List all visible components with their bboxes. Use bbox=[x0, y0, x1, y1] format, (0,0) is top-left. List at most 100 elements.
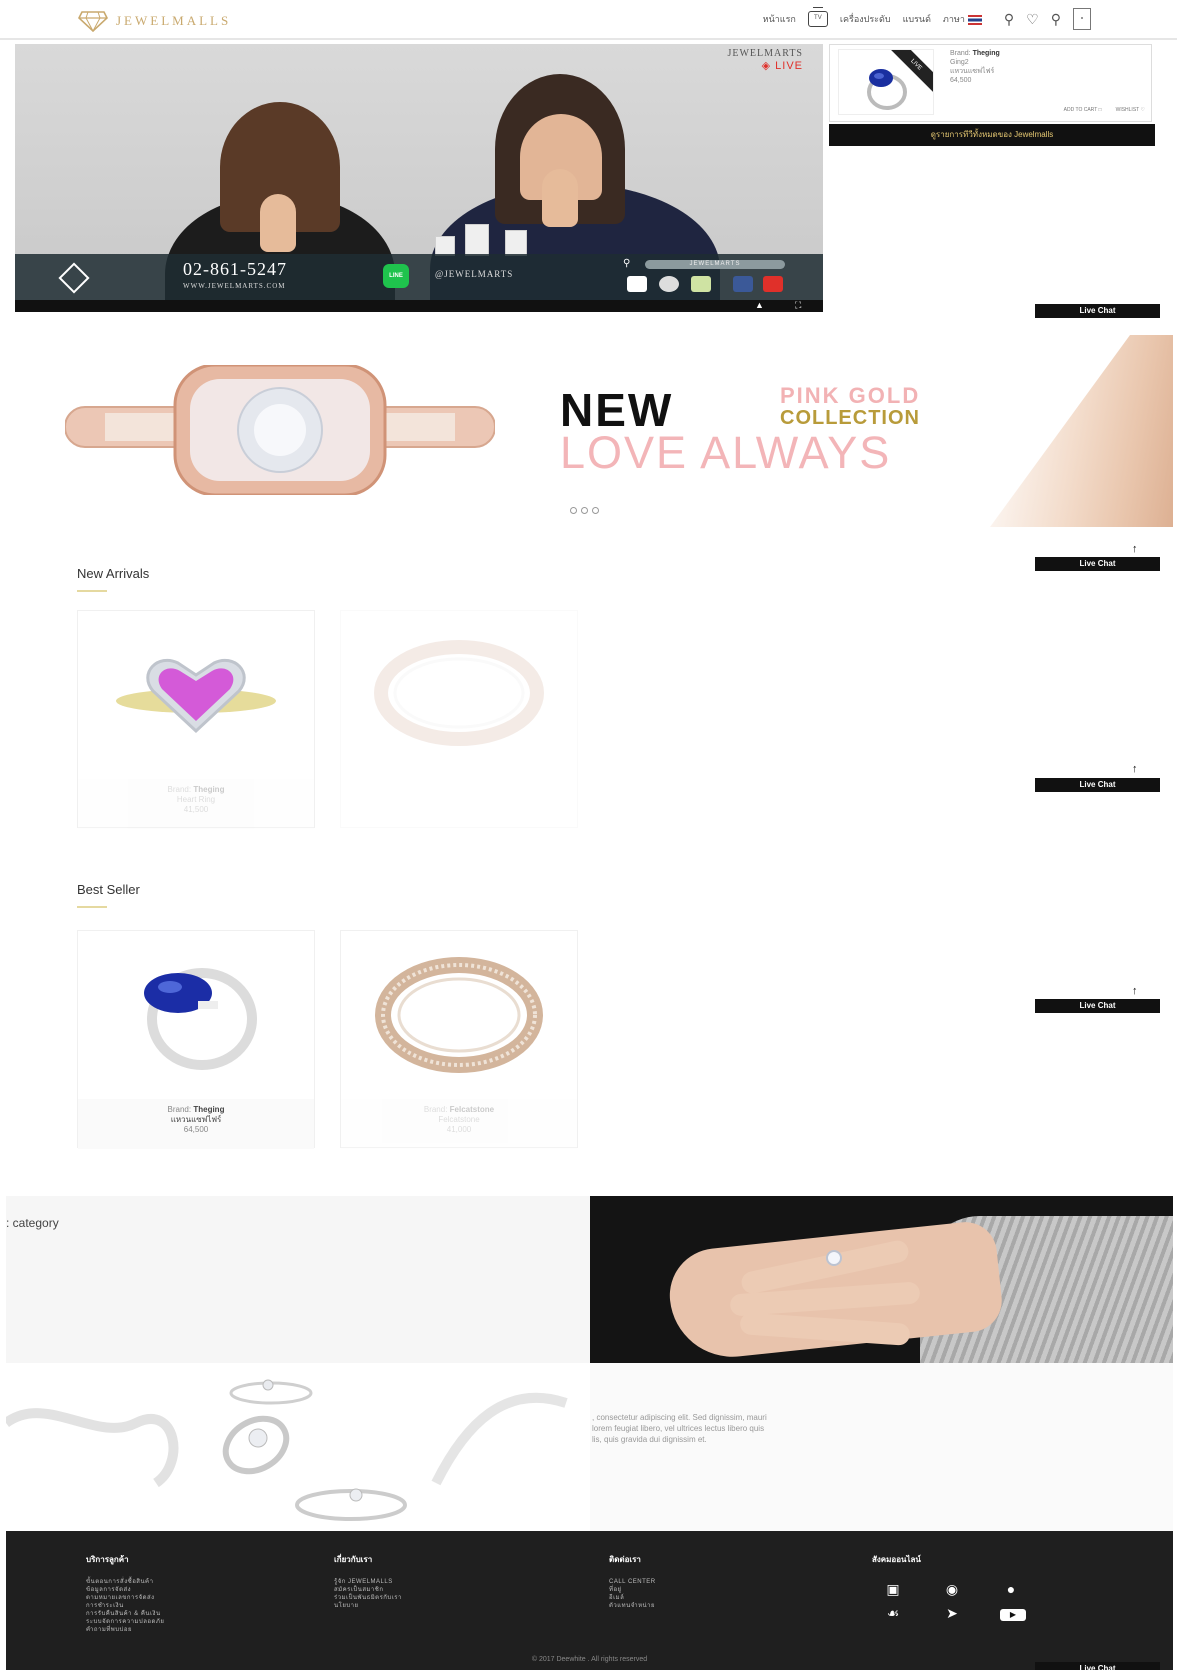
main-nav: หน้าแรก TV เครื่องประดับ แบรนด์ ภาษา ⚲ ♡… bbox=[763, 7, 1091, 30]
footer-link[interactable]: ขั้นตอนการสั่งซื้อสินค้า bbox=[86, 1578, 164, 1586]
footer-link[interactable]: อีเมล์ bbox=[609, 1594, 656, 1602]
footer-link[interactable]: ระบบจัดการความปลอดภัย bbox=[86, 1618, 164, 1626]
live-chat-tab[interactable]: Live Chat bbox=[1035, 557, 1160, 571]
nav-jewelry[interactable]: เครื่องประดับ bbox=[840, 12, 891, 26]
nav-language[interactable]: ภาษา bbox=[943, 12, 982, 26]
desc-line: lorem feugiat libero, vel ultrices lectu… bbox=[592, 1424, 765, 1433]
video-lower-third: 02-861-5247 WWW.JEWELMARTS.COM LINE @JEW… bbox=[15, 254, 823, 300]
footer-link[interactable]: CALL CENTER bbox=[609, 1578, 656, 1586]
rings-collection-image[interactable] bbox=[6, 1363, 590, 1531]
product-info: Brand: Theging Heart Ring 41,500 bbox=[78, 779, 314, 829]
logo[interactable]: JEWELMALLS bbox=[78, 10, 231, 32]
footer-link[interactable]: การชำระเงิน bbox=[86, 1602, 164, 1610]
footer-link[interactable]: สมัครเป็นสมาชิก bbox=[334, 1586, 402, 1594]
live-chat-tab[interactable]: Live Chat bbox=[1035, 999, 1160, 1013]
footer-col-title: เกี่ยวกับเรา bbox=[334, 1555, 373, 1564]
search-icon[interactable]: ⚲ bbox=[1051, 11, 1061, 28]
fullscreen-icon[interactable]: ⛶ bbox=[795, 300, 801, 311]
footer-link[interactable]: ตามหมายเลขการจัดส่ง bbox=[86, 1594, 164, 1602]
product-card[interactable]: Brand: Theging Heart Ring 41,500 bbox=[77, 610, 315, 829]
display-prop bbox=[505, 230, 527, 256]
logo-text: JEWELMALLS bbox=[116, 13, 232, 28]
footer-link[interactable]: ตัวแทนจำหน่าย bbox=[609, 1602, 656, 1610]
footer-link[interactable]: การรับคืนสินค้า & คืนเงิน bbox=[86, 1610, 164, 1618]
carousel-dots bbox=[570, 507, 599, 514]
live-chat-tab[interactable]: Live Chat bbox=[1035, 304, 1160, 318]
footer-col-social: สังคมออนไลน์ bbox=[872, 1553, 921, 1578]
brand-label: Brand: bbox=[423, 1105, 448, 1114]
product-card[interactable]: Brand: Theging แหวนแซฟไฟร์ 64,500 bbox=[77, 930, 315, 1149]
diamond-ring-on-finger bbox=[826, 1250, 842, 1266]
product-thumbnail[interactable]: LIVE bbox=[838, 49, 934, 115]
tv-icon[interactable]: TV bbox=[807, 7, 828, 27]
footer-link[interactable]: ข้อมูลการจัดส่ง bbox=[86, 1586, 164, 1594]
video-search-icon: ⚲ bbox=[623, 258, 631, 269]
tv-badge: TV bbox=[814, 15, 822, 21]
presenter-left-hands bbox=[260, 194, 296, 252]
apple-icon bbox=[659, 276, 679, 292]
brand-label: Brand: bbox=[167, 785, 192, 794]
footer-col-about: เกี่ยวกับเรา รู้จัก JEWELMALLS สมัครเป็น… bbox=[334, 1553, 402, 1610]
product-desc: แหวนแซฟไฟร์ bbox=[950, 68, 995, 75]
cart-icon[interactable] bbox=[1073, 8, 1091, 30]
back-to-top-icon[interactable]: ↑ bbox=[1132, 543, 1138, 555]
live-chat-tab[interactable]: Live Chat bbox=[1035, 778, 1160, 792]
display-prop bbox=[435, 236, 455, 256]
carousel-dot[interactable] bbox=[581, 507, 588, 514]
line-label: LINE bbox=[389, 273, 403, 279]
video-phone: 02-861-5247 bbox=[183, 259, 287, 279]
youtube-icon[interactable]: ▶ bbox=[1000, 1609, 1026, 1621]
carousel-dot[interactable] bbox=[592, 507, 599, 514]
instagram-icon[interactable]: ◉ bbox=[941, 1581, 963, 1598]
add-to-cart-label: ADD TO CART bbox=[1063, 107, 1098, 113]
nav-home[interactable]: หน้าแรก bbox=[763, 12, 796, 26]
user-icon[interactable]: ⚲ bbox=[1004, 11, 1014, 28]
category-description: , consectetur adipiscing elit. Sed digni… bbox=[590, 1363, 1173, 1531]
hero-ring-closeup bbox=[990, 335, 1173, 527]
back-to-top-icon[interactable]: ↑ bbox=[1132, 985, 1138, 997]
product-price: 41,500 bbox=[183, 805, 209, 814]
section-underline bbox=[77, 590, 107, 592]
footer-link[interactable]: คำถามที่พบบ่อย bbox=[86, 1626, 164, 1634]
pink-gold-ring-image bbox=[65, 365, 495, 495]
wishlist-link[interactable]: WISHLIST ♡ bbox=[1116, 107, 1145, 113]
diamond-band-ring-image bbox=[375, 957, 543, 1073]
product-name: Ging2 bbox=[950, 59, 969, 66]
footer-link[interactable]: ร่วมเป็นพันธมิตรกับเรา bbox=[334, 1594, 402, 1602]
product-card[interactable]: Brand: Felcatstone Felcatstone 41,000 bbox=[340, 930, 578, 1149]
carousel-dot[interactable] bbox=[570, 507, 577, 514]
wishlist-heart-icon[interactable]: ♡ bbox=[1026, 11, 1039, 28]
nav-brand[interactable]: แบรนด์ bbox=[903, 12, 931, 26]
footer-link[interactable]: รู้จัก JEWELMALLS bbox=[334, 1578, 402, 1586]
add-to-cart-link[interactable]: ADD TO CART □ bbox=[1064, 107, 1102, 113]
video-controls: ▲ ⛶ bbox=[15, 300, 823, 312]
section-underline bbox=[77, 906, 107, 908]
hero-banner[interactable]: NEW PINK GOLD COLLECTION LOVE ALWAYS bbox=[0, 335, 1173, 527]
live-product-card[interactable]: LIVE Brand: Theging Ging2 แหวนแซฟไฟร์ 64… bbox=[829, 44, 1152, 122]
rings-ribbon-image bbox=[6, 1379, 568, 1521]
category-panel[interactable] bbox=[6, 1196, 590, 1363]
live-video-player[interactable]: JEWELMARTS ◈ LIVE 02-861-5247 WWW.JEWELM… bbox=[15, 44, 823, 312]
brand-diamond-icon bbox=[58, 262, 90, 294]
facebook-icon[interactable]: ▣ bbox=[882, 1581, 904, 1598]
footer-col-title: ติดต่อเรา bbox=[609, 1555, 641, 1564]
android-icon bbox=[691, 276, 711, 292]
footer-link[interactable]: นโยบาย bbox=[334, 1602, 402, 1610]
brand-name: Theging bbox=[193, 1105, 225, 1114]
hand-ring-photo bbox=[590, 1196, 1173, 1363]
back-to-top-icon[interactable]: ↑ bbox=[1132, 763, 1138, 775]
pinterest-icon[interactable]: ☙ bbox=[882, 1605, 904, 1622]
brand-name: Theging bbox=[972, 50, 1000, 57]
footer-link[interactable]: ที่อยู่ bbox=[609, 1586, 656, 1594]
hero-love-always: LOVE ALWAYS bbox=[560, 427, 892, 478]
line-icon[interactable]: ● bbox=[1000, 1581, 1022, 1597]
brand-name: Felcatstone bbox=[449, 1105, 495, 1114]
live-indicator: ◈ LIVE bbox=[761, 60, 803, 72]
twitter-icon[interactable]: ➤ bbox=[941, 1605, 963, 1622]
volume-icon[interactable]: ▲ bbox=[755, 300, 764, 310]
product-info: Brand: Theging Ging2 แหวนแซฟไฟร์ 64,500 bbox=[950, 49, 1000, 85]
language-label: ภาษา bbox=[942, 14, 965, 24]
product-card[interactable] bbox=[340, 610, 578, 828]
live-chat-tab[interactable]: Live Chat bbox=[1035, 1662, 1160, 1670]
view-all-tv-button[interactable]: ดูรายการทีวีทั้งหมดของ Jewelmalls bbox=[829, 124, 1155, 146]
